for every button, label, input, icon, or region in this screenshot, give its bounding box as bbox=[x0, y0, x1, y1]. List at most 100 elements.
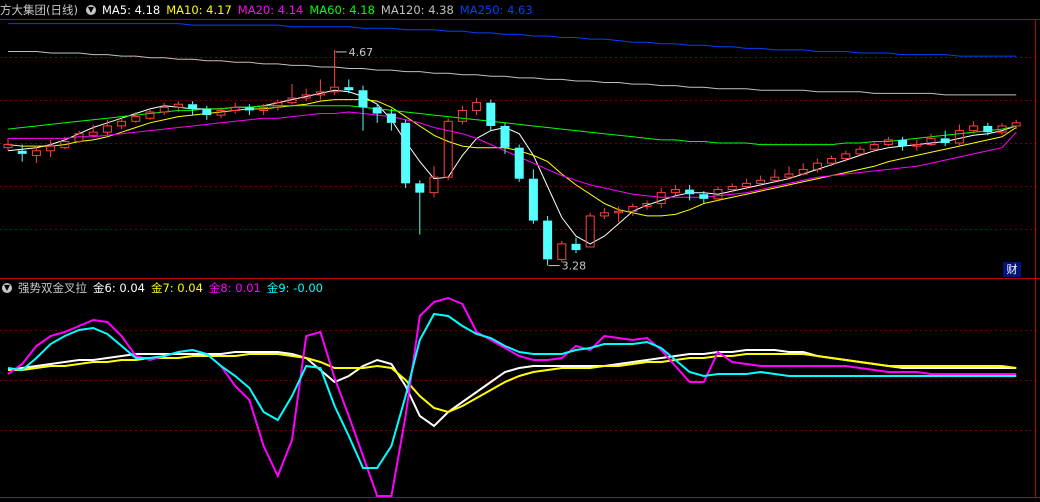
candle bbox=[685, 184, 695, 201]
candle bbox=[784, 166, 794, 179]
candle bbox=[1011, 119, 1021, 130]
candle-body bbox=[88, 131, 98, 136]
candle bbox=[756, 175, 766, 185]
high-price-label: 4.67 bbox=[349, 46, 374, 59]
candle bbox=[841, 150, 851, 162]
candle bbox=[599, 208, 609, 220]
candle bbox=[472, 98, 482, 116]
candle bbox=[543, 215, 553, 266]
candle bbox=[486, 99, 496, 131]
kline-chart[interactable]: 4.67 3.28 bbox=[0, 0, 1040, 502]
candle bbox=[770, 169, 780, 182]
candle bbox=[401, 119, 411, 189]
candle bbox=[244, 104, 254, 116]
candle-body bbox=[188, 104, 198, 109]
candle-body bbox=[528, 178, 538, 221]
candle bbox=[3, 138, 13, 151]
candle-body bbox=[841, 153, 851, 160]
candle bbox=[940, 130, 950, 147]
jin9-label: 金9: -0.00 bbox=[266, 281, 323, 295]
ma20-line bbox=[8, 111, 1017, 198]
candle-body bbox=[685, 189, 695, 195]
candle-body bbox=[599, 212, 609, 217]
candle-body bbox=[969, 125, 979, 132]
candle-body bbox=[898, 139, 908, 147]
candle-body bbox=[670, 189, 680, 194]
candle bbox=[954, 124, 964, 147]
candle-body bbox=[415, 183, 425, 193]
candle-body bbox=[940, 138, 950, 144]
candle bbox=[31, 146, 41, 164]
indicator-line-金9 bbox=[7, 312, 1017, 469]
main-toggle-icon[interactable]: ▼ bbox=[85, 5, 96, 15]
ma5-label: MA5: 4.18 bbox=[101, 3, 161, 17]
jin7-label: 金7: 0.04 bbox=[150, 281, 203, 295]
ma10-line bbox=[7, 99, 1017, 217]
candle bbox=[386, 108, 396, 131]
candle-body bbox=[827, 158, 837, 164]
candle-body bbox=[514, 147, 524, 179]
candle bbox=[273, 99, 283, 111]
indicator-legend: ▼ 强势双金叉拉 金6: 0.04 金7: 0.04 金8: 0.01 金9: … bbox=[0, 279, 329, 297]
candle bbox=[159, 102, 169, 116]
candle bbox=[287, 84, 297, 105]
candle-body bbox=[656, 192, 666, 205]
candle bbox=[798, 163, 808, 176]
candle-body bbox=[571, 243, 581, 251]
ma120-line bbox=[8, 51, 1017, 96]
jin8-label: 金8: 0.01 bbox=[208, 281, 261, 295]
candle-body bbox=[784, 173, 794, 178]
indicator-line-金7 bbox=[8, 353, 1017, 414]
ma5-line bbox=[7, 89, 1017, 245]
candle-body bbox=[472, 102, 482, 111]
candle bbox=[46, 139, 56, 157]
candle-body bbox=[173, 103, 183, 108]
candle-body bbox=[543, 220, 553, 260]
main-ma-lines bbox=[7, 23, 1017, 245]
candle-body bbox=[486, 102, 496, 126]
candle bbox=[926, 133, 936, 147]
candle bbox=[514, 144, 524, 182]
candle-body bbox=[699, 194, 709, 199]
jin6-label: 金6: 0.04 bbox=[93, 281, 145, 295]
finance-badge[interactable]: 财 bbox=[1003, 262, 1021, 277]
candle-body bbox=[727, 185, 737, 191]
ma60-line bbox=[7, 105, 1017, 146]
ma10-label: MA10: 4.17 bbox=[166, 3, 232, 17]
candle bbox=[571, 237, 581, 254]
candle-body bbox=[614, 210, 624, 214]
candle bbox=[528, 169, 538, 224]
candles bbox=[3, 49, 1021, 266]
indicator-toggle-icon[interactable]: ▼ bbox=[2, 283, 12, 293]
candle-body bbox=[102, 125, 112, 133]
low-price-label: 3.28 bbox=[562, 260, 587, 273]
candle-body bbox=[31, 150, 41, 156]
candle-body bbox=[954, 130, 964, 144]
candle bbox=[741, 178, 751, 190]
candle bbox=[117, 118, 127, 130]
ma250-line bbox=[8, 23, 1017, 57]
ma250-label: MA250: 4.63 bbox=[459, 3, 533, 17]
candle-body bbox=[1011, 122, 1021, 127]
candle-body bbox=[869, 144, 879, 150]
candle bbox=[315, 79, 325, 100]
candle-body bbox=[202, 108, 212, 116]
candle-body bbox=[855, 148, 865, 155]
candle bbox=[855, 146, 865, 156]
indicator-line-金6 bbox=[7, 349, 1017, 428]
candle-body bbox=[429, 176, 439, 194]
candle-body bbox=[344, 87, 354, 91]
indicator-lines bbox=[7, 296, 1017, 497]
candle bbox=[415, 180, 425, 235]
candle bbox=[17, 144, 27, 162]
candle-body bbox=[230, 106, 240, 111]
ma60-label: MA60: 4.18 bbox=[309, 3, 375, 17]
ma120-label: MA120: 4.38 bbox=[380, 3, 454, 17]
candle bbox=[188, 101, 198, 116]
candle bbox=[457, 105, 467, 125]
candle-body bbox=[457, 109, 467, 122]
candle-body bbox=[756, 179, 766, 184]
candle-body bbox=[401, 122, 411, 184]
candle-body bbox=[500, 125, 510, 148]
indicator-line-金8 bbox=[7, 296, 1017, 497]
